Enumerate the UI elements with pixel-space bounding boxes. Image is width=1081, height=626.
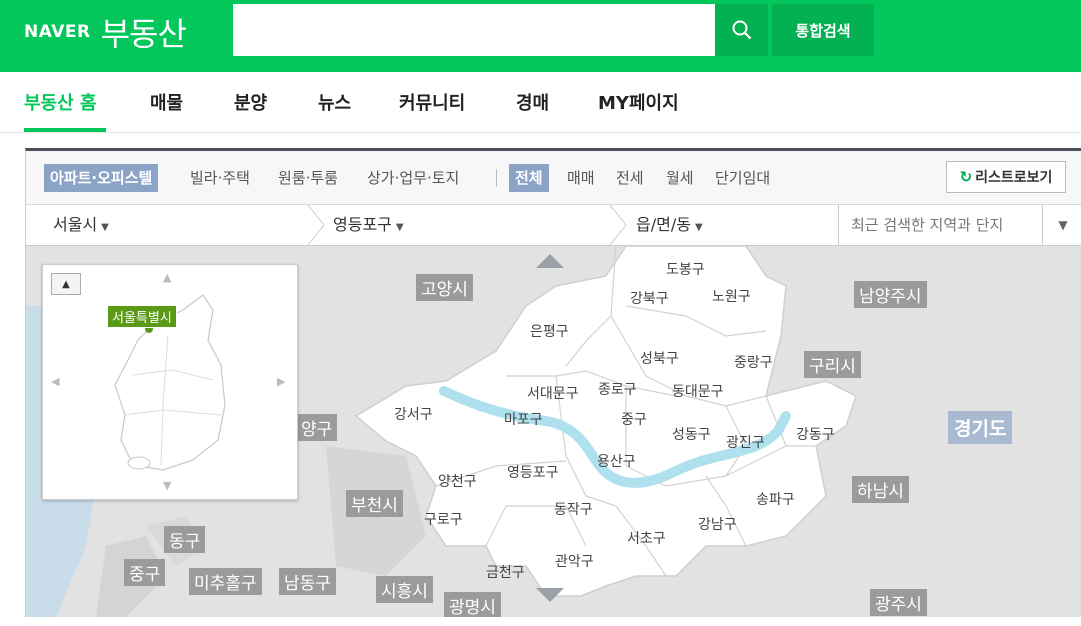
district-yeongdeungpo[interactable]: 영등포구	[507, 462, 559, 482]
district-eunpyeong[interactable]: 은평구	[530, 321, 569, 341]
filter-trade-jeonse[interactable]: 전세	[616, 164, 644, 192]
district-nowon[interactable]: 노원구	[712, 286, 751, 306]
filter-divider	[496, 169, 497, 187]
dong-dropdown[interactable]: 읍/면/동 ▼	[636, 205, 703, 245]
district-jongno[interactable]: 종로구	[598, 379, 637, 399]
filter-apartment-officetel[interactable]: 아파트·오피스텔	[44, 164, 159, 192]
minimap-up-arrow[interactable]: ▲	[163, 271, 171, 284]
district-yangcheon[interactable]: 양천구	[438, 471, 477, 491]
district-songpa[interactable]: 송파구	[756, 489, 795, 509]
nav-item-listings[interactable]: 매물	[150, 89, 183, 115]
service-name: 부동산	[100, 15, 187, 53]
map-canvas[interactable]: 고양시 남양주시 구리시 하남시 부천시 양구 동구 중구 미추홀구 남동구 시…	[26, 246, 1081, 617]
nav-item-presale[interactable]: 분양	[234, 89, 267, 115]
district-gwangjin[interactable]: 광진구	[726, 432, 765, 452]
minimap-seoul-label: 서울특별시	[107, 305, 177, 328]
map-label-guri[interactable]: 구리시	[804, 351, 861, 378]
map-pan-down-arrow[interactable]	[536, 588, 564, 602]
korea-minimap[interactable]: ▲ 서울특별시 ▲ ▼ ◀ ▶	[42, 264, 298, 500]
map-label-gyeonggi[interactable]: 경기도	[948, 411, 1013, 444]
district-seongdong[interactable]: 성동구	[672, 424, 711, 444]
brand-name: NAVER	[24, 22, 91, 42]
minimap-down-arrow[interactable]: ▼	[163, 479, 171, 492]
recent-search-field[interactable]: 최근 검색한 지역과 단지	[838, 205, 1042, 245]
filter-bar: 아파트·오피스텔 빌라·주택 원룸·투룸 상가·업무·토지 전체 매매 전세 월…	[26, 151, 1081, 205]
filter-oneroom-tworoom[interactable]: 원룸·투룸	[278, 164, 338, 192]
breadcrumb-chevron	[609, 205, 627, 245]
map-label-bucheon[interactable]: 부천시	[346, 490, 403, 517]
nav-item-community[interactable]: 커뮤니티	[399, 89, 465, 115]
dong-label: 읍/면/동	[636, 215, 691, 234]
filter-villa-house[interactable]: 빌라·주택	[190, 164, 250, 192]
district-jungnang[interactable]: 중랑구	[734, 352, 773, 372]
recent-search-toggle[interactable]: ▼	[1042, 205, 1081, 245]
map-label-namdong[interactable]: 남동구	[279, 568, 336, 595]
naver-logo[interactable]: NAVER 부동산	[24, 12, 187, 53]
nav-active-indicator	[24, 128, 106, 132]
map-label-goyang[interactable]: 고양시	[416, 274, 473, 301]
district-dropdown[interactable]: 영등포구 ▼	[333, 205, 404, 245]
district-seocho[interactable]: 서초구	[627, 528, 666, 548]
district-seongbuk[interactable]: 성북구	[640, 348, 679, 368]
map-label-hanam[interactable]: 하남시	[852, 476, 909, 503]
minimap-left-arrow[interactable]: ◀	[51, 375, 59, 388]
map-label-namyangju[interactable]: 남양주시	[854, 281, 927, 308]
district-gangseo[interactable]: 강서구	[394, 404, 433, 424]
total-search-button[interactable]: 통합검색	[772, 4, 874, 56]
map-label-gwangmyeong[interactable]: 광명시	[444, 592, 501, 617]
district-mapo[interactable]: 마포구	[504, 409, 543, 429]
district-guro[interactable]: 구로구	[424, 509, 463, 529]
map-label-michuhol[interactable]: 미추홀구	[189, 568, 262, 595]
map-panel: 아파트·오피스텔 빌라·주택 원룸·투룸 상가·업무·토지 전체 매매 전세 월…	[25, 148, 1081, 617]
chevron-down-icon: ▼	[395, 222, 404, 233]
nav-item-home[interactable]: 부동산 홈	[24, 89, 97, 115]
chevron-down-icon: ▼	[1058, 218, 1068, 232]
district-dongjak[interactable]: 동작구	[554, 499, 593, 519]
refresh-icon: ↻	[959, 168, 973, 186]
district-label: 영등포구	[333, 215, 392, 234]
list-view-label: 리스트로보기	[975, 170, 1053, 186]
chevron-down-icon: ▼	[101, 222, 109, 233]
breadcrumb-chevron	[307, 205, 325, 245]
district-dongdaemun[interactable]: 동대문구	[672, 381, 724, 401]
chevron-down-icon: ▼	[694, 222, 703, 233]
district-gangdong[interactable]: 강동구	[796, 424, 835, 444]
map-label-gwangju[interactable]: 광주시	[870, 589, 927, 616]
district-seodaemun[interactable]: 서대문구	[527, 383, 579, 403]
map-label-junggu[interactable]: 중구	[124, 559, 166, 586]
filter-trade-shortterm[interactable]: 단기임대	[715, 164, 770, 192]
search-icon	[732, 20, 751, 40]
district-yongsan[interactable]: 용산구	[597, 451, 636, 471]
search-input[interactable]	[233, 4, 715, 56]
map-pan-up-arrow[interactable]	[536, 254, 564, 268]
top-bar: NAVER 부동산 통합검색	[0, 0, 1081, 72]
filter-trade-monthly[interactable]: 월세	[666, 164, 694, 192]
filter-trade-sale[interactable]: 매매	[567, 164, 595, 192]
list-view-button[interactable]: ↻ 리스트로보기	[946, 161, 1066, 193]
nav-item-news[interactable]: 뉴스	[318, 89, 351, 115]
district-gangnam[interactable]: 강남구	[698, 514, 737, 534]
city-dropdown[interactable]: 서울시 ▼	[53, 205, 109, 245]
nav-item-mypage[interactable]: MY페이지	[598, 89, 679, 115]
map-label-donggu[interactable]: 동구	[164, 526, 206, 553]
nav-item-auction[interactable]: 경매	[516, 89, 549, 115]
district-gwanak[interactable]: 관악구	[555, 551, 594, 571]
search-button[interactable]	[715, 4, 768, 56]
region-selector-bar: 서울시 ▼ 영등포구 ▼ 읍/면/동 ▼ 최근 검색한 지역과 단지 ▼	[26, 205, 1081, 246]
korea-outline	[114, 294, 226, 471]
district-geumcheon[interactable]: 금천구	[486, 562, 525, 582]
district-gangbuk[interactable]: 강북구	[630, 288, 669, 308]
main-nav: 부동산 홈 매물 분양 뉴스 커뮤니티 경매 MY페이지	[0, 72, 1081, 133]
filter-trade-all[interactable]: 전체	[509, 164, 549, 192]
map-label-siheung[interactable]: 시흥시	[376, 576, 433, 603]
district-jung[interactable]: 중구	[621, 409, 647, 429]
city-label: 서울시	[53, 215, 98, 234]
district-dobong[interactable]: 도봉구	[666, 259, 705, 279]
map-label-gimpo-partial[interactable]: 양구	[296, 414, 338, 441]
filter-commercial-land[interactable]: 상가·업무·토지	[367, 164, 459, 192]
minimap-right-arrow[interactable]: ▶	[277, 375, 285, 388]
